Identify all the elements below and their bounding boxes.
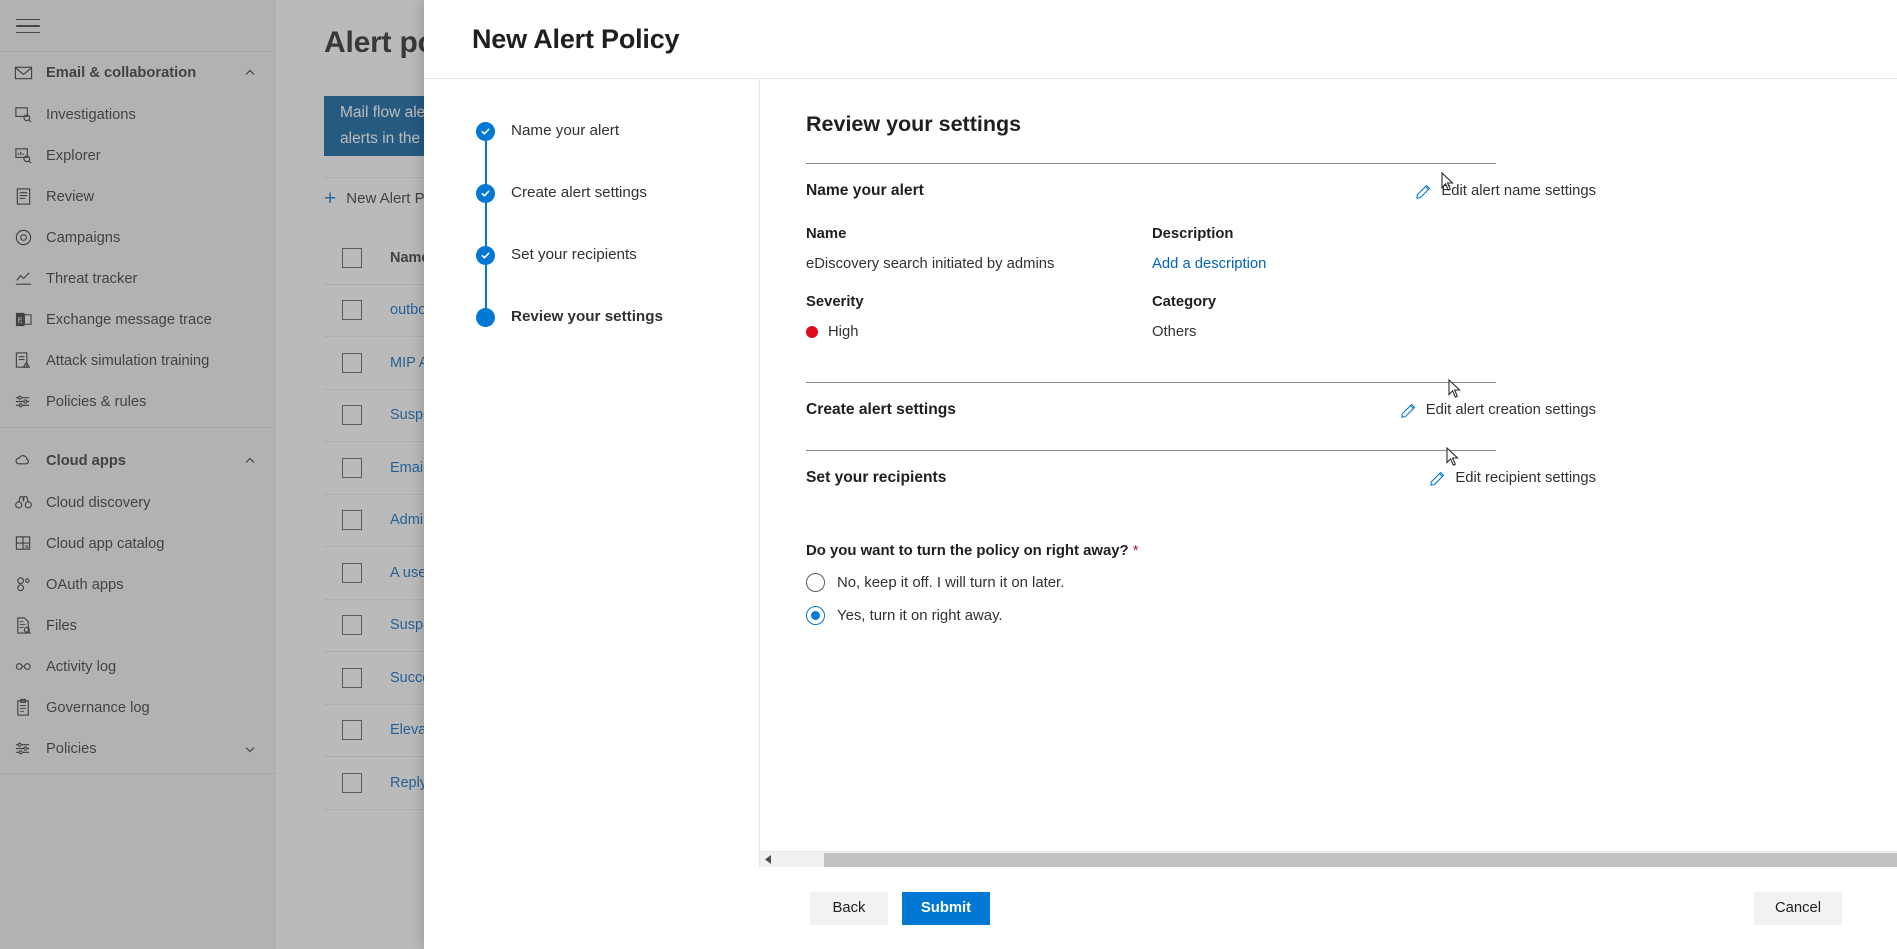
radio-button-on-selected[interactable]	[806, 606, 825, 625]
turn-policy-on-question-block: Do you want to turn the policy on right …	[806, 543, 1897, 625]
pencil-icon	[1400, 402, 1417, 419]
review-heading: Review your settings	[806, 112, 1022, 136]
check-circle-icon	[476, 122, 495, 141]
wizard-step-label: Review your settings	[511, 308, 663, 325]
scroll-left-arrow-icon[interactable]	[760, 852, 776, 868]
footer-cancel-action: Cancel	[1754, 891, 1842, 925]
scrollbar-track[interactable]	[776, 852, 1897, 868]
check-circle-icon	[476, 246, 495, 265]
name-value: eDiscovery search initiated by admins	[806, 256, 1055, 272]
dialog-body: Name your alert Create alert settings Se…	[424, 79, 1897, 867]
footer-primary-actions: Back Submit	[810, 891, 990, 925]
wizard-step-review-your-settings[interactable]: Review your settings	[476, 305, 759, 367]
section-title: Set your recipients	[806, 469, 947, 486]
radio-option-yes[interactable]: Yes, turn it on right away.	[806, 606, 1897, 625]
radio-label: Yes, turn it on right away.	[837, 607, 1003, 624]
add-description-link[interactable]: Add a description	[1152, 256, 1506, 272]
radio-label: No, keep it off. I will turn it on later…	[837, 574, 1065, 591]
name-label: Name	[806, 226, 847, 242]
description-label: Description	[1152, 226, 1234, 242]
turn-policy-on-question: Do you want to turn the policy on right …	[806, 543, 1897, 559]
radio-option-no[interactable]: No, keep it off. I will turn it on later…	[806, 573, 1897, 592]
section-header: Create alert settings Edit alert creatio…	[806, 383, 1596, 419]
horizontal-scrollbar[interactable]	[760, 851, 1897, 867]
edit-link-label: Edit recipient settings	[1455, 470, 1596, 486]
back-button[interactable]: Back	[810, 891, 888, 925]
section-title: Name your alert	[806, 182, 924, 199]
edit-alert-creation-settings-link[interactable]: Edit alert creation settings	[1400, 402, 1596, 419]
edit-recipient-settings-link[interactable]: Edit recipient settings	[1429, 470, 1596, 487]
edit-alert-name-settings-link[interactable]: Edit alert name settings	[1415, 183, 1596, 200]
question-text: Do you want to turn the policy on right …	[806, 543, 1129, 559]
section-name-your-alert: Name your alert Edit alert name settings…	[806, 164, 1806, 383]
cancel-button[interactable]: Cancel	[1754, 891, 1842, 925]
edit-link-label: Edit alert name settings	[1441, 183, 1596, 199]
pencil-icon	[1415, 183, 1432, 200]
radio-button-off[interactable]	[806, 573, 825, 592]
pencil-icon	[1429, 470, 1446, 487]
category-label: Category	[1152, 294, 1217, 310]
scrollbar-thumb[interactable]	[824, 852, 1897, 867]
section-set-your-recipients: Set your recipients Edit recipient setti…	[806, 451, 1806, 487]
section-create-alert-settings: Create alert settings Edit alert creatio…	[806, 383, 1806, 451]
required-marker: *	[1132, 543, 1139, 559]
category-value: Others	[1152, 324, 1197, 340]
dialog-footer: Back Submit Cancel	[424, 867, 1897, 949]
section-header: Name your alert Edit alert name settings	[806, 164, 1596, 200]
dialog-header: New Alert Policy	[424, 0, 1897, 79]
section-title: Create alert settings	[806, 401, 956, 418]
new-alert-policy-dialog: New Alert Policy Name your alert Create …	[424, 0, 1897, 949]
wizard-step-label: Create alert settings	[511, 184, 647, 201]
severity-label: Severity	[806, 294, 864, 310]
name-alert-details: Name Description eDiscovery search initi…	[806, 226, 1506, 272]
submit-button[interactable]: Submit	[902, 891, 990, 925]
wizard-step-label: Name your alert	[511, 122, 620, 139]
severity-text: High	[828, 324, 859, 340]
review-content: Review your settings Name your alert Edi…	[760, 112, 1897, 625]
severity-value: High	[806, 324, 1152, 340]
wizard-step-label: Set your recipients	[511, 246, 637, 263]
review-panel: Review your settings Name your alert Edi…	[760, 79, 1897, 867]
wizard-step-rail: Name your alert Create alert settings Se…	[424, 79, 760, 867]
section-header: Set your recipients Edit recipient setti…	[806, 451, 1596, 487]
severity-high-dot-icon	[806, 326, 818, 338]
severity-category-details: Severity Category High Others	[806, 294, 1506, 340]
active-step-dot-icon	[476, 308, 495, 327]
wizard-step-name-your-alert[interactable]: Name your alert	[476, 119, 759, 203]
edit-link-label: Edit alert creation settings	[1425, 402, 1596, 418]
wizard-step-set-your-recipients[interactable]: Set your recipients	[476, 243, 759, 327]
dialog-title: New Alert Policy	[472, 23, 680, 54]
check-circle-icon	[476, 184, 495, 203]
app-root: Email & collaboration Investigations Exp…	[0, 0, 1897, 949]
wizard-step-create-alert-settings[interactable]: Create alert settings	[476, 181, 759, 265]
review-scroll-area: Review your settings Name your alert Edi…	[760, 79, 1897, 851]
wizard-steps: Name your alert Create alert settings Se…	[476, 119, 759, 367]
